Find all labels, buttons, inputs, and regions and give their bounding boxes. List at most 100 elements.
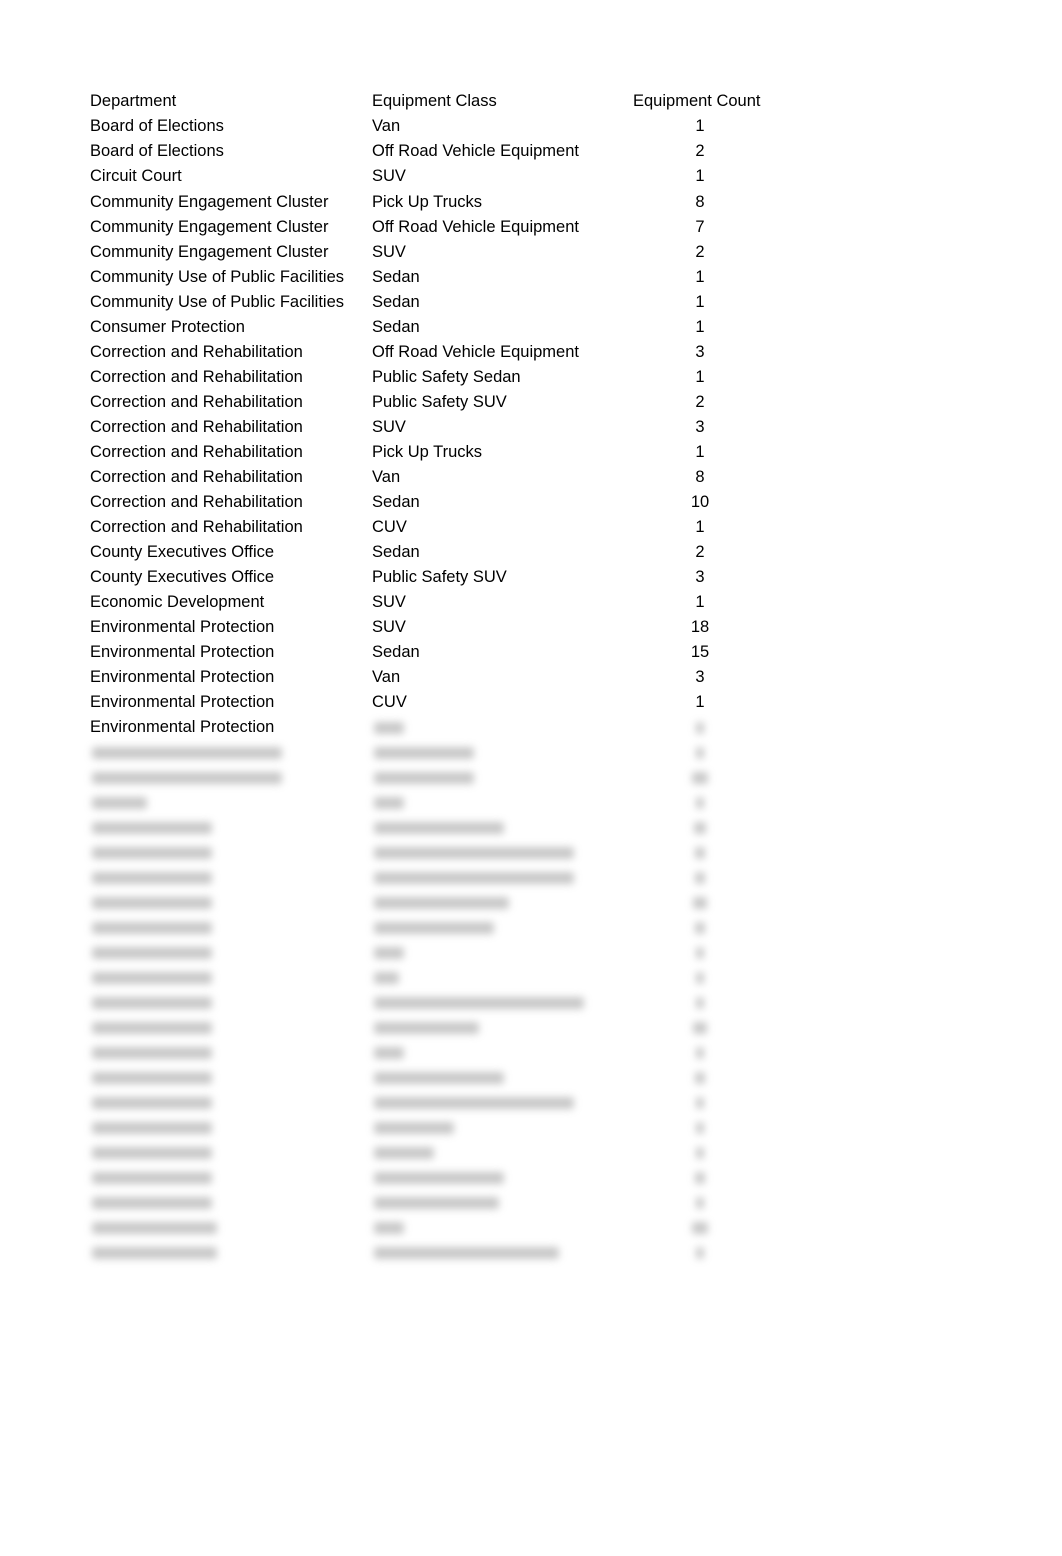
cell-equipment-count: 10 [690,493,710,511]
blurred-cell [92,797,147,809]
table-row: Consumer Protection Sedan 1 [0,315,1062,340]
cell-equipment-count: 3 [695,343,705,361]
cell-equipment-count: 1 [695,167,705,185]
blurred-cell [374,1072,504,1084]
table-row: Correction and Rehabilitation Pick Up Tru… [0,440,1062,465]
blurred-table-row [0,765,1062,790]
blurred-cell [92,1247,217,1259]
blurred-table-row [0,1090,1062,1115]
blurred-cell [374,797,404,809]
cell-department: Economic Development [90,593,265,611]
header-equipment-class: Equipment Class [372,92,497,110]
blurred-table-row [0,965,1062,990]
blurred-cell [695,922,705,934]
cell-department: Correction and Rehabilitation [90,418,303,436]
cell-equipment-count: 1 [695,443,705,461]
cell-equipment-class: SUV [372,593,406,611]
table-row: Community Use of Public Facilities Sedan 1 [0,265,1062,290]
cell-department: Correction and Rehabilitation [90,443,303,461]
blurred-cell [374,897,509,909]
blurred-cell [374,1197,499,1209]
blurred-table-row [0,840,1062,865]
blurred-cell [374,722,404,734]
blurred-cell [374,1172,504,1184]
cell-equipment-class: Sedan [372,643,420,661]
blurred-table-row [0,1165,1062,1190]
blurred-cell [694,822,706,834]
blurred-cell [696,1122,704,1134]
cell-equipment-class: SUV [372,418,406,436]
blurred-cell [695,872,705,884]
blurred-cell [374,747,474,759]
cell-equipment-class: CUV [372,693,407,711]
blurred-cell [374,1222,404,1234]
cell-department: Community Engagement Cluster [90,193,329,211]
header-department: Department [90,92,177,110]
blurred-cell [92,1172,212,1184]
cell-equipment-class: Sedan [372,293,420,311]
cell-equipment-class: Public Safety SUV [372,393,507,411]
blurred-cell [92,772,282,784]
table-row: Correction and Rehabilitation Sedan 10 [0,490,1062,515]
blurred-table-row [0,1015,1062,1040]
table-row: Environmental Protection Van 3 [0,665,1062,690]
blurred-cell [696,972,704,984]
cell-equipment-class: Sedan [372,543,420,561]
cell-department: Correction and Rehabilitation [90,518,303,536]
table-row: Environmental Protection Sedan 15 [0,640,1062,665]
cell-equipment-count: 3 [695,668,705,686]
blurred-cell [374,1097,574,1109]
blurred-cell [696,1097,704,1109]
blurred-cell [92,947,212,959]
blurred-cell [92,1047,212,1059]
table-row: Correction and Rehabilitation Public Safe… [0,390,1062,415]
blurred-cell [374,822,504,834]
table-row: Environmental Protection SUV 18 [0,615,1062,640]
table-row: Community Engagement Cluster Pick Up Truc… [0,190,1062,215]
cell-department: Environmental Protection [90,643,275,661]
cell-equipment-count: 1 [695,693,705,711]
blurred-cell [696,1147,704,1159]
table-row: Board of Elections Off Road Vehicle Equip… [0,139,1062,164]
cell-department: County Executives Office [90,568,275,586]
cell-equipment-count: 2 [695,142,705,160]
blurred-cell [374,997,584,1009]
cell-department: Community Use of Public Facilities [90,268,344,286]
blurred-cell [92,922,212,934]
blurred-cell [374,772,474,784]
cell-equipment-class: Pick Up Trucks [372,443,483,461]
table-row: Community Engagement Cluster Off Road Veh… [0,215,1062,240]
cell-equipment-count: 3 [695,568,705,586]
blurred-cell [695,847,705,859]
blurred-table-row [0,815,1062,840]
cell-department: Environmental Protection [90,668,275,686]
blurred-table-row [0,1065,1062,1090]
blurred-cell [695,1172,705,1184]
cell-equipment-class: Sedan [372,268,420,286]
blurred-cell [92,1197,212,1209]
blurred-cell [374,947,404,959]
blurred-table-row [0,790,1062,815]
blurred-cell [696,997,704,1009]
blurred-cell [692,772,708,784]
blurred-cell [92,1072,212,1084]
table-row: Circuit Court SUV 1 [0,164,1062,189]
header-equipment-count: Equipment Count [633,92,761,110]
cell-department: Community Engagement Cluster [90,243,329,261]
cell-department: Board of Elections [90,142,224,160]
blurred-cell [693,897,707,909]
blurred-cell [696,1047,704,1059]
blurred-cell [92,822,212,834]
cell-department: Community Engagement Cluster [90,218,329,236]
cell-equipment-class: Off Road Vehicle Equipment [372,142,579,160]
cell-equipment-class: SUV [372,167,406,185]
table-row: County Executives Office Public Safety SU… [0,565,1062,590]
blurred-cell [374,1047,404,1059]
blurred-cell [374,1247,559,1259]
cell-department: Consumer Protection [90,318,245,336]
cell-equipment-count: 1 [695,593,705,611]
blurred-table-row [0,1215,1062,1240]
table-row: Community Engagement Cluster SUV 2 [0,240,1062,265]
cell-equipment-class: Van [372,468,401,486]
blurred-table-row [0,1040,1062,1065]
